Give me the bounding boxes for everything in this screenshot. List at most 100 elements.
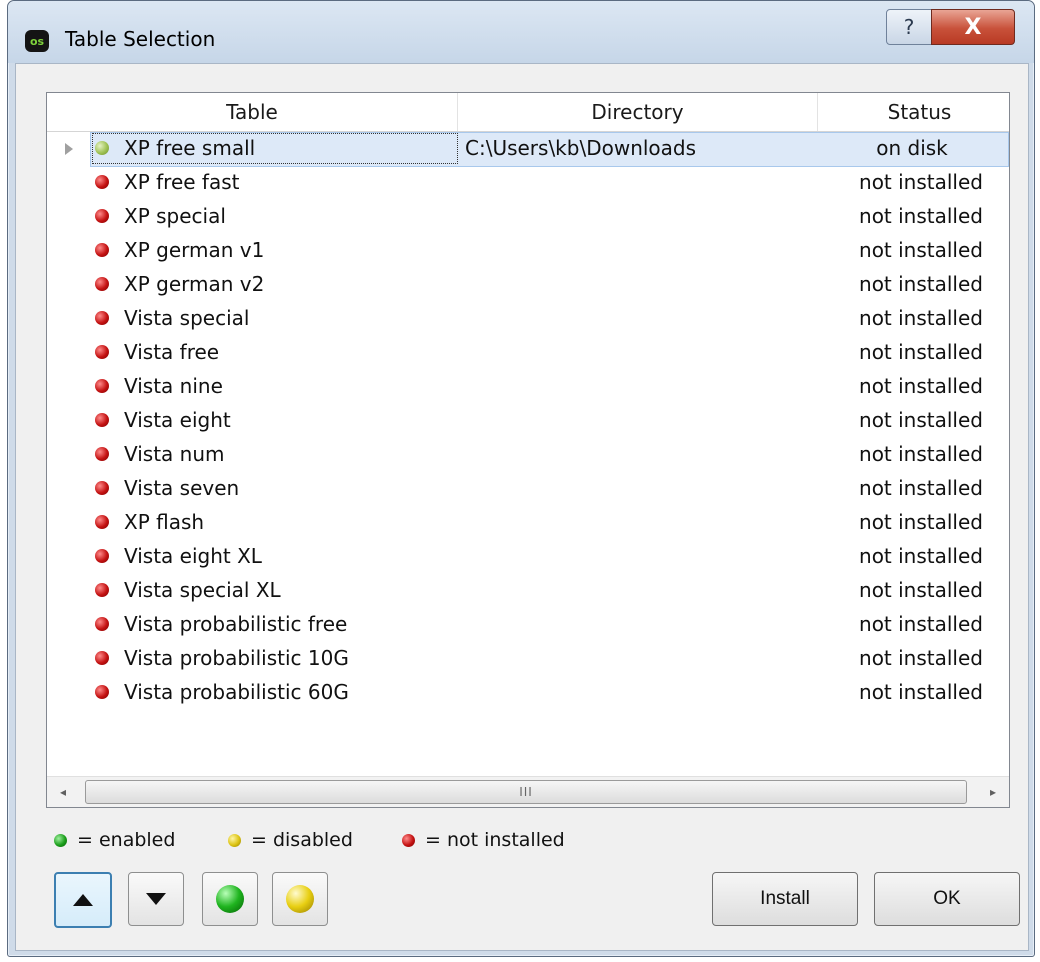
status-dot-icon <box>95 141 109 155</box>
table-row[interactable]: XP special not installed <box>47 200 1009 234</box>
table-row[interactable]: Vista probabilistic 10G not installed <box>47 642 1009 676</box>
enable-button[interactable] <box>202 872 258 926</box>
status-cell: not installed <box>859 442 983 466</box>
green-ball-icon <box>216 885 244 913</box>
close-icon: X <box>964 14 982 40</box>
status-cell: not installed <box>859 272 983 296</box>
status-cell: not installed <box>859 680 983 704</box>
window-title: Table Selection <box>65 27 216 51</box>
help-icon: ? <box>903 15 915 39</box>
ok-button[interactable]: OK <box>874 872 1020 926</box>
status-dot-icon <box>95 617 109 631</box>
status-cell: not installed <box>859 408 983 432</box>
arrow-up-icon <box>73 894 93 906</box>
legend-disabled: = disabled <box>228 829 353 851</box>
table-row[interactable]: Vista special XL not installed <box>47 574 1009 608</box>
horizontal-scrollbar[interactable]: ◂ III ▸ <box>47 776 1009 807</box>
close-button[interactable]: X <box>931 9 1015 45</box>
expand-arrow-icon[interactable] <box>65 143 73 155</box>
table-row[interactable]: Vista eight not installed <box>47 404 1009 438</box>
status-cell: not installed <box>859 612 983 636</box>
legend-not-installed: = not installed <box>402 829 565 851</box>
table-name-cell: Vista special XL <box>124 578 281 602</box>
table-name-cell: XP german v1 <box>124 238 265 262</box>
table-row[interactable]: Vista probabilistic 60G not installed <box>47 676 1009 710</box>
table-selection-dialog: os Table Selection ? X Table Directory S… <box>7 0 1035 957</box>
legend-disabled-label: = disabled <box>251 829 353 851</box>
scroll-left-icon[interactable]: ◂ <box>47 777 79 807</box>
table-name-cell: XP free fast <box>124 170 240 194</box>
table-row[interactable]: XP free small C:\Users\kb\Downloads on dis… <box>47 132 1009 167</box>
app-icon: os <box>25 30 49 52</box>
status-cell: not installed <box>859 544 983 568</box>
status-dot-icon <box>95 311 109 325</box>
dialog-body: Table Directory Status XP free small C:\U… <box>15 63 1029 951</box>
status-cell: not installed <box>859 578 983 602</box>
table-name-cell: Vista eight <box>124 408 231 432</box>
yellow-dot-icon <box>228 833 241 847</box>
status-cell: not installed <box>859 374 983 398</box>
table-header: Table Directory Status <box>47 93 1009 132</box>
red-dot-icon <box>402 833 415 847</box>
status-cell: not installed <box>859 340 983 364</box>
yellow-ball-icon <box>286 885 314 913</box>
legend-not-installed-label: = not installed <box>425 829 565 851</box>
column-header-status[interactable]: Status <box>818 93 1021 131</box>
table-name-cell: XP flash <box>124 510 205 534</box>
table-row[interactable]: XP flash not installed <box>47 506 1009 540</box>
table-name-cell: Vista probabilistic 60G <box>124 680 349 704</box>
table-row[interactable]: Vista nine not installed <box>47 370 1009 404</box>
column-header-directory[interactable]: Directory <box>458 93 817 131</box>
table-name-cell: XP free small <box>124 136 256 160</box>
table-row[interactable]: XP german v1 not installed <box>47 234 1009 268</box>
column-header-table[interactable]: Table <box>47 93 457 131</box>
green-dot-icon <box>54 833 67 847</box>
title-bar[interactable]: os Table Selection ? X <box>8 1 1034 63</box>
table-name-cell: Vista seven <box>124 476 240 500</box>
legend-enabled: = enabled <box>54 829 175 851</box>
table-row[interactable]: Vista seven not installed <box>47 472 1009 506</box>
table-row[interactable]: Vista eight XL not installed <box>47 540 1009 574</box>
scrollbar-thumb[interactable]: III <box>85 780 967 804</box>
status-dot-icon <box>95 379 109 393</box>
table-row[interactable]: Vista free not installed <box>47 336 1009 370</box>
table-row[interactable]: Vista special not installed <box>47 302 1009 336</box>
install-button[interactable]: Install <box>712 872 858 926</box>
status-dot-icon <box>95 175 109 189</box>
table-row[interactable]: Vista num not installed <box>47 438 1009 472</box>
table-row[interactable]: Vista probabilistic free not installed <box>47 608 1009 642</box>
scroll-right-icon[interactable]: ▸ <box>977 777 1009 807</box>
status-dot-icon <box>95 685 109 699</box>
help-button[interactable]: ? <box>886 9 932 45</box>
directory-cell: C:\Users\kb\Downloads <box>465 136 697 160</box>
status-cell: not installed <box>859 646 983 670</box>
table-name-cell: Vista nine <box>124 374 223 398</box>
scrollbar-grip-icon: III <box>519 785 533 799</box>
table-name-cell: Vista num <box>124 442 225 466</box>
disable-button[interactable] <box>272 872 328 926</box>
status-dot-icon <box>95 515 109 529</box>
tables-tree-view[interactable]: Table Directory Status XP free small C:\U… <box>46 92 1010 808</box>
status-dot-icon <box>95 345 109 359</box>
table-name-cell: Vista special <box>124 306 250 330</box>
status-cell: not installed <box>859 510 983 534</box>
table-name-cell: XP german v2 <box>124 272 265 296</box>
status-cell: not installed <box>859 238 983 262</box>
status-cell: not installed <box>859 476 983 500</box>
status-cell: on disk <box>876 136 948 160</box>
status-dot-icon <box>95 209 109 223</box>
status-dot-icon <box>95 651 109 665</box>
table-name-cell: Vista eight XL <box>124 544 262 568</box>
status-cell: not installed <box>859 306 983 330</box>
status-dot-icon <box>95 447 109 461</box>
table-name-cell: Vista free <box>124 340 220 364</box>
table-row[interactable]: XP free fast not installed <box>47 166 1009 200</box>
arrow-down-icon <box>146 893 166 905</box>
status-dot-icon <box>95 481 109 495</box>
move-down-button[interactable] <box>128 872 184 926</box>
move-up-button[interactable] <box>54 872 112 928</box>
table-name-cell: Vista probabilistic 10G <box>124 646 349 670</box>
status-dot-icon <box>95 413 109 427</box>
table-row[interactable]: XP german v2 not installed <box>47 268 1009 302</box>
status-cell: not installed <box>859 170 983 194</box>
